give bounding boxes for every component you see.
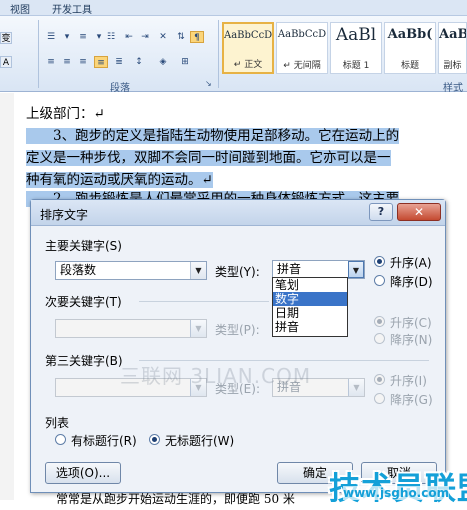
- options-button[interactable]: 选项(O)...: [45, 462, 121, 484]
- dropdown-option-number[interactable]: 数字: [273, 292, 347, 306]
- decrease-indent-icon[interactable]: ⇤: [122, 31, 136, 43]
- dialog-titlebar[interactable]: 排序文字 ? ✕: [31, 200, 445, 226]
- style-name: 副标: [443, 61, 462, 71]
- tab-view[interactable]: 视图: [10, 1, 30, 16]
- doc-text-selected: 3、跑步的定义是指陆生动物使用足部移动。它在运动上的: [26, 128, 400, 144]
- primary-type-value: 拼音: [277, 262, 302, 276]
- style-name: ↵ 无间隔: [283, 61, 321, 71]
- ribbon-tabs: 视图 开发工具: [0, 0, 467, 16]
- chevron-down-icon[interactable]: ▼: [348, 379, 364, 396]
- align-left-icon[interactable]: ≡: [44, 56, 58, 68]
- dialog-title: 排序文字: [40, 208, 89, 222]
- secondary-descending-label: 降序(N): [390, 333, 433, 347]
- dropdown-option-strokes[interactable]: 笔划: [273, 278, 347, 292]
- primary-key-value: 段落数: [60, 263, 97, 277]
- doc-text-selected: 种有氧的运动或厌氧的运动。↵: [26, 172, 213, 188]
- type-dropdown-list[interactable]: 笔划 数字 日期 拼音: [272, 277, 348, 337]
- style-subtitle[interactable]: AaBb 副标: [438, 22, 467, 74]
- group-separator: [218, 20, 219, 88]
- secondary-type-label: 类型(P):: [215, 323, 260, 337]
- align-right-icon[interactable]: ≡: [76, 56, 90, 68]
- no-header-row-label: 无标题行(W): [165, 434, 235, 448]
- dropdown-option-pinyin[interactable]: 拼音: [273, 320, 347, 334]
- header-row-radio[interactable]: [55, 434, 66, 445]
- style-name: ↵ 正文: [233, 60, 263, 70]
- chevron-down-icon[interactable]: ▼: [190, 320, 206, 337]
- primary-type-label: 类型(Y):: [215, 265, 260, 279]
- chinese-layout-icon[interactable]: ✕: [156, 31, 170, 43]
- doc-text-selected: 定义是一种步伐，双脚不会同一时间踫到地面。它亦可以是一: [26, 150, 391, 166]
- primary-descending-label: 降序(D): [390, 275, 433, 289]
- style-name: 标题: [400, 61, 419, 71]
- tertiary-descending-radio[interactable]: [374, 393, 385, 404]
- chevron-down-icon[interactable]: ▼: [348, 261, 364, 278]
- sort-text-dialog: 排序文字 ? ✕ 主要关键字(S) 段落数 ▼ 类型(Y): 拼音 ▼ 升序(A…: [30, 199, 446, 493]
- list-label: 列表: [45, 416, 70, 430]
- left-margin: [0, 93, 14, 500]
- close-button[interactable]: ✕: [397, 203, 441, 221]
- watermark-url: www.jsgho.com: [343, 486, 450, 500]
- dialog-launcher-icon[interactable]: ↘: [205, 79, 212, 88]
- secondary-descending-radio[interactable]: [374, 333, 385, 344]
- tab-developer[interactable]: 开发工具: [52, 1, 92, 16]
- doc-text: 上级部门：↵: [26, 106, 105, 122]
- tertiary-ascending-label: 升序(I): [390, 374, 427, 388]
- help-button[interactable]: ?: [369, 203, 393, 221]
- styles-group-label: 样式: [443, 83, 463, 94]
- font-color-icon[interactable]: A: [0, 56, 12, 68]
- style-sample: AaBb(: [387, 27, 433, 42]
- tertiary-key-label: 第三关键字(B): [45, 354, 123, 368]
- chevron-down-icon[interactable]: ▼: [190, 262, 206, 279]
- primary-ascending-label: 升序(A): [390, 256, 432, 270]
- tertiary-descending-label: 降序(G): [390, 393, 433, 407]
- paragraph-group-label: 段落: [110, 83, 130, 94]
- dropdown-option-date[interactable]: 日期: [273, 306, 347, 320]
- doc-line[interactable]: 定义是一种步伐，双脚不会同一时间踫到地面。它亦可以是一: [26, 147, 391, 169]
- primary-key-select[interactable]: 段落数 ▼: [55, 261, 207, 280]
- bullets-icon[interactable]: ☰: [44, 31, 58, 43]
- font-grow-icon[interactable]: 变: [0, 32, 12, 44]
- style-normal[interactable]: AaBbCcD ↵ 正文: [222, 22, 274, 74]
- secondary-ascending-radio[interactable]: [374, 316, 385, 327]
- watermark-3lian: 三联网 3LIAN.COM: [120, 364, 312, 388]
- increase-indent-icon[interactable]: ⇥: [138, 31, 152, 43]
- no-header-row-radio[interactable]: [149, 434, 160, 445]
- show-marks-icon[interactable]: ¶: [190, 31, 204, 43]
- style-heading-1[interactable]: AaBl 标题 1: [330, 22, 382, 74]
- primary-ascending-radio[interactable]: [374, 256, 385, 267]
- style-title[interactable]: AaBb( 标题: [384, 22, 436, 74]
- style-sample: AaBbCcD: [277, 29, 327, 40]
- line-spacing-icon[interactable]: ↕: [132, 56, 146, 68]
- chevron-down-icon[interactable]: ▾: [60, 31, 74, 43]
- header-row-label: 有标题行(R): [71, 434, 137, 448]
- style-sample: AaBl: [335, 25, 377, 45]
- borders-icon[interactable]: ⊞: [178, 56, 192, 68]
- numbering-icon[interactable]: ≡: [76, 31, 90, 43]
- style-no-spacing[interactable]: AaBbCcD ↵ 无间隔: [276, 22, 328, 74]
- justify-icon[interactable]: ≡: [94, 56, 108, 68]
- secondary-ascending-label: 升序(C): [390, 316, 432, 330]
- divider: [139, 301, 269, 302]
- sort-icon[interactable]: ⇅: [174, 31, 188, 43]
- distributed-icon[interactable]: ≣: [112, 56, 126, 68]
- group-separator: [38, 20, 39, 88]
- style-sample: AaBb: [439, 27, 466, 42]
- shading-icon[interactable]: ◈: [156, 56, 170, 68]
- align-center-icon[interactable]: ≡: [60, 56, 74, 68]
- doc-text: 常常是从跑步开始运动生涯的，即便跑 50 米: [56, 492, 295, 506]
- secondary-key-label: 次要关键字(T): [45, 295, 122, 309]
- ribbon: 变 A ☰ ▾ ≡ ▾ ☷ ⇤ ⇥ ✕ ⇅ ¶ ≡ ≡ ≡ ≡ ≣ ↕ ◈ ⊞ …: [0, 16, 467, 94]
- doc-line[interactable]: 上级部门：↵: [26, 103, 105, 125]
- tertiary-ascending-radio[interactable]: [374, 374, 385, 385]
- style-sample: AaBbCcD: [224, 30, 273, 41]
- primary-key-label: 主要关键字(S): [45, 239, 122, 253]
- secondary-key-select[interactable]: ▼: [55, 319, 207, 338]
- primary-descending-radio[interactable]: [374, 275, 385, 286]
- multilevel-list-icon[interactable]: ☷: [104, 31, 118, 43]
- style-name: 标题 1: [342, 61, 370, 71]
- doc-line[interactable]: 3、跑步的定义是指陆生动物使用足部移动。它在运动上的: [26, 125, 400, 147]
